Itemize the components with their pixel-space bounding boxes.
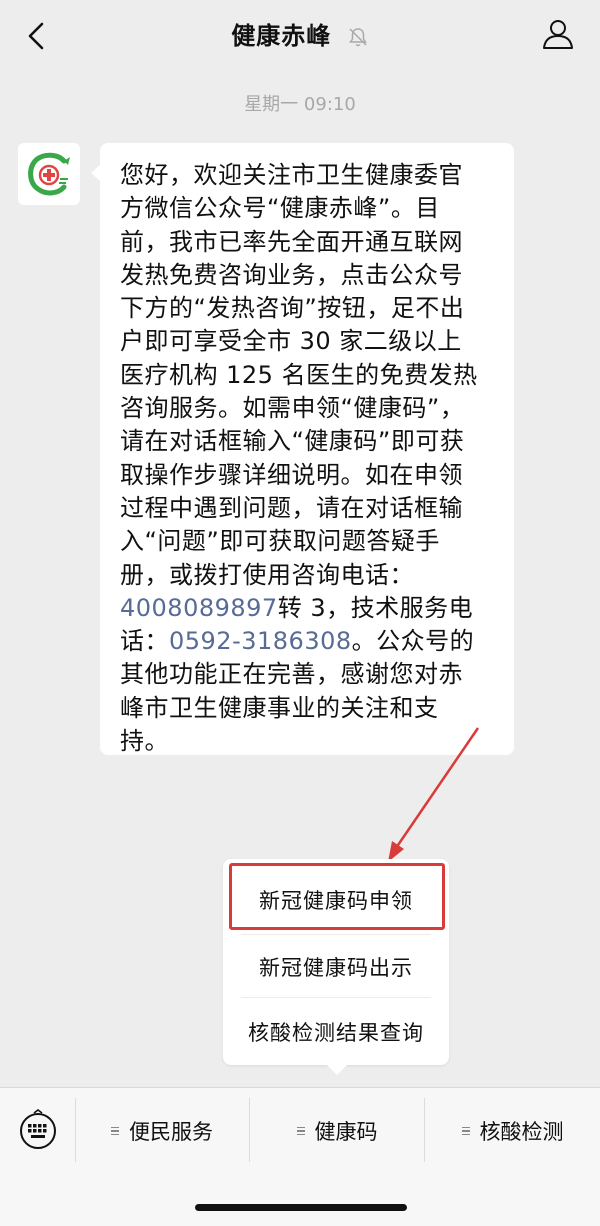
message-line: 下方的“发热咨询”按钮，足不出 <box>120 294 465 323</box>
message-line: 咨询服务。如需申领“健康码”， <box>120 394 465 423</box>
tab-label: 健康码 <box>314 1120 378 1144</box>
message-line: 册，或拨打使用咨询电话： <box>120 560 414 589</box>
keyboard-toggle-button[interactable] <box>18 1109 58 1149</box>
message-line: 4008089897转 3，技术服务电 <box>120 592 494 625</box>
page-title: 健康赤峰 <box>231 22 332 50</box>
message-line: 发热免费咨询业务，点击公众号 <box>120 260 463 289</box>
message-line: 入“问题”即可获取问题答疑手 <box>120 527 440 556</box>
message-bubble[interactable]: 您好，欢迎关注市卫生健康委官 方微信公众号“健康赤峰”。目 前，我市已率先全面开… <box>100 143 514 755</box>
message-text: 话： <box>120 627 169 656</box>
message-line: 持。 <box>120 727 169 756</box>
message-line: 户即可享受全市 30 家二级以上 <box>120 327 462 356</box>
person-icon <box>543 20 573 49</box>
message-text: 。公众号的 <box>351 627 475 656</box>
message-line: 医疗机构 125 名医生的免费发热 <box>120 360 478 389</box>
phone-link-tech[interactable]: 0592-3186308 <box>169 627 352 655</box>
tab-convenience-services[interactable]: 便民服务 <box>76 1088 248 1174</box>
submenu-indicator-icon <box>296 1125 305 1138</box>
submenu-caret <box>327 1065 347 1075</box>
menu-divider <box>241 997 431 998</box>
menu-item-nucleic-result[interactable]: 核酸检测结果查询 <box>223 999 449 1065</box>
message-line: 其他功能正在完善，感谢您对赤 <box>120 660 463 689</box>
message-line: 过程中遇到问题，请在对话框输 <box>120 493 463 522</box>
bell-off-icon <box>348 28 367 47</box>
annotation-highlight-box <box>229 863 445 930</box>
header: 健康赤峰 <box>0 0 600 70</box>
tab-nucleic-test[interactable]: 核酸检测 <box>425 1088 600 1174</box>
phone-link-consult[interactable]: 4008089897 <box>120 594 278 622</box>
account-avatar[interactable] <box>18 143 80 205</box>
tab-health-code[interactable]: 健康码 <box>250 1088 424 1174</box>
message-line: 前，我市已率先全面开通互联网 <box>120 227 463 256</box>
profile-button[interactable] <box>538 14 578 54</box>
submenu-indicator-icon <box>461 1125 470 1138</box>
menu-item-health-code-show[interactable]: 新冠健康码出示 <box>223 934 449 1000</box>
message-timestamp: 星期一 09:10 <box>244 94 356 115</box>
message-line: 峰市卫生健康事业的关注和支 <box>120 693 439 722</box>
message-line: 请在对话框输入“健康码”即可获 <box>120 427 465 456</box>
keyboard-icon <box>20 1109 56 1149</box>
message-line: 方微信公众号“健康赤峰”。目 <box>120 194 440 223</box>
tab-label: 便民服务 <box>129 1120 213 1144</box>
message-line: 取操作步骤详细说明。如在申领 <box>120 460 463 489</box>
tab-label: 核酸检测 <box>479 1120 564 1144</box>
submenu-indicator-icon <box>111 1125 119 1138</box>
message-line: 话：0592-3186308。公众号的 <box>120 625 494 658</box>
message-text: 转 3，技术服务电 <box>277 593 474 622</box>
home-indicator <box>195 1204 407 1211</box>
message-line: 您好，欢迎关注市卫生健康委官 <box>120 161 463 189</box>
health-logo-icon <box>28 152 70 196</box>
